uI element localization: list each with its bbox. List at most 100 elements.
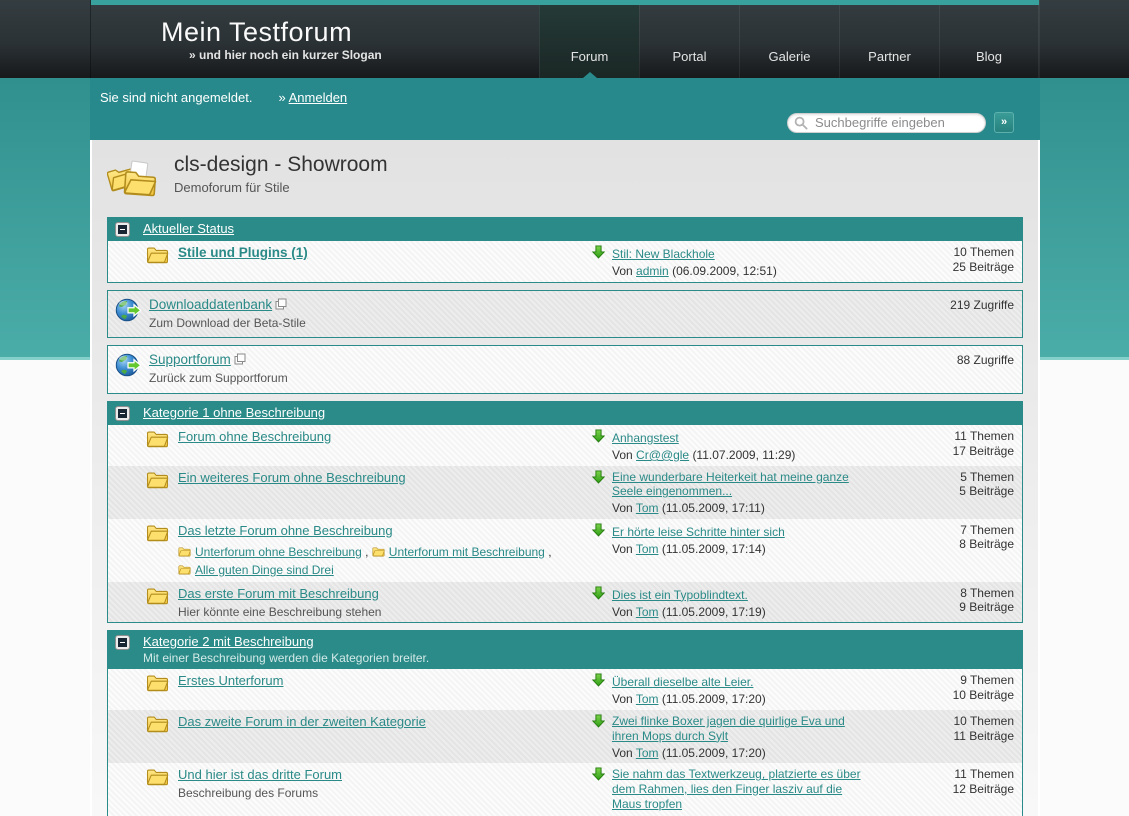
forum-link[interactable]: Und hier ist das dritte Forum xyxy=(178,767,342,782)
search-submit-button[interactable]: » xyxy=(994,112,1014,133)
forum-link[interactable]: Das letzte Forum ohne Beschreibung xyxy=(178,523,393,538)
last-post-link[interactable]: Eine wunderbare Heiterkeit hat meine gan… xyxy=(612,470,862,499)
folder-icon xyxy=(146,673,169,692)
mini-folder-icon xyxy=(372,546,385,557)
site-logo[interactable]: Mein Testforum » und hier noch ein kurze… xyxy=(161,18,382,62)
category-box: Kategorie 1 ohne Beschreibung Forum ohne… xyxy=(107,401,1023,624)
last-post-link[interactable]: Er hörte leise Schritte hinter sich xyxy=(612,525,785,540)
tab-portal[interactable]: Portal xyxy=(639,5,739,78)
tab-partner[interactable]: Partner xyxy=(839,5,939,78)
forum-link[interactable]: Erstes Unterforum xyxy=(178,673,283,688)
forum-link[interactable]: Stile und Plugins (1) xyxy=(178,245,308,260)
forum-stats: 10 Themen 25 Beiträge xyxy=(922,243,1014,274)
collapse-button[interactable] xyxy=(115,406,130,421)
link-row: Downloaddatenbank Zum Download der Beta-… xyxy=(108,291,1022,338)
category-header: Aktueller Status xyxy=(108,218,1022,241)
folder-stack-icon xyxy=(107,154,161,202)
category-description: Mit einer Beschreibung werden die Katego… xyxy=(143,651,429,666)
forum-link[interactable]: Forum ohne Beschreibung xyxy=(178,429,331,444)
page-title: cls-design - Showroom xyxy=(174,153,388,176)
external-link-icon xyxy=(275,298,287,310)
stat-posts: 10 Beiträge xyxy=(922,688,1014,703)
tab-blog[interactable]: Blog xyxy=(939,5,1039,78)
link-box: Downloaddatenbank Zum Download der Beta-… xyxy=(107,290,1023,339)
site-slogan: » und hier noch ein kurzer Slogan xyxy=(189,48,382,62)
byline-label: Von xyxy=(612,542,633,556)
category-title-link[interactable]: Aktueller Status xyxy=(143,221,234,236)
last-post-link[interactable]: Anhangstest xyxy=(612,431,679,446)
collapse-button[interactable] xyxy=(115,635,130,650)
last-post-link[interactable]: Stil: New Blackhole xyxy=(612,247,715,262)
stat-posts: 9 Beiträge xyxy=(922,600,1014,615)
last-post-arrow-icon xyxy=(592,245,605,259)
last-post-author-link[interactable]: Cr@@gle xyxy=(636,448,689,462)
forum-row: Forum ohne Beschreibung Anhangstest Von … xyxy=(108,425,1022,466)
external-forum-link[interactable]: Supportforum xyxy=(149,352,231,367)
last-post-date: (11.05.2009, 17:11) xyxy=(662,501,765,515)
forum-link[interactable]: Das zweite Forum in der zweiten Kategori… xyxy=(178,714,426,729)
link-description: Zurück zum Supportforum xyxy=(149,371,957,386)
last-post: Zwei flinke Boxer jagen die quirlige Eva… xyxy=(592,712,922,760)
link-description: Zum Download der Beta-Stile xyxy=(149,316,950,331)
last-post-arrow-icon xyxy=(592,586,605,600)
last-post: Anhangstest Von Cr@@gle (11.07.2009, 11:… xyxy=(592,427,922,463)
subforum-link[interactable]: Unterforum ohne Beschreibung xyxy=(178,545,362,559)
forum-rows: Stile und Plugins (1) Stil: New Blackhol… xyxy=(108,241,1022,282)
last-post-link[interactable]: Überall dieselbe alte Leier. xyxy=(612,675,753,690)
last-post-arrow-icon xyxy=(592,470,605,484)
last-post-author-link[interactable]: Tom xyxy=(636,605,659,619)
last-post-arrow-icon xyxy=(592,767,605,781)
last-post-author-link[interactable]: Tom xyxy=(636,692,659,706)
search-icon xyxy=(794,116,808,130)
tab-forum[interactable]: Forum xyxy=(539,5,639,78)
forum-link[interactable]: Ein weiteres Forum ohne Beschreibung xyxy=(178,470,406,485)
category-header: Kategorie 1 ohne Beschreibung xyxy=(108,402,1022,425)
folder-icon xyxy=(146,470,169,489)
forum-row: Das erste Forum mit Beschreibung Hier kö… xyxy=(108,582,1022,623)
category-title-link[interactable]: Kategorie 1 ohne Beschreibung xyxy=(143,405,325,420)
link-stats: 219 Zugriffe xyxy=(950,296,1014,312)
last-post-date: (11.05.2009, 17:19) xyxy=(662,605,766,619)
stat-posts: 17 Beiträge xyxy=(922,444,1014,459)
page-header: cls-design - Showroom Demoforum für Stil… xyxy=(107,140,1023,211)
external-forum-link[interactable]: Downloaddatenbank xyxy=(149,297,272,312)
link-row: Supportforum Zurück zum Supportforum 88 … xyxy=(108,346,1022,393)
subforum-link[interactable]: Alle guten Dinge sind Drei xyxy=(178,563,334,577)
content-area: cls-design - Showroom Demoforum für Stil… xyxy=(90,140,1040,816)
last-post: Überall dieselbe alte Leier. Von Tom (11… xyxy=(592,671,922,707)
tab-galerie[interactable]: Galerie xyxy=(739,5,839,78)
stat-posts: 12 Beiträge xyxy=(922,782,1014,797)
byline-label: Von xyxy=(612,746,633,760)
collapse-button[interactable] xyxy=(115,222,130,237)
folder-icon xyxy=(146,523,169,542)
last-post-author-link[interactable]: Tom xyxy=(636,501,659,515)
category-title-link[interactable]: Kategorie 2 mit Beschreibung xyxy=(143,634,314,649)
last-post-date: (11.05.2009, 17:20) xyxy=(662,746,766,760)
globe-link-icon xyxy=(115,352,142,379)
login-link[interactable]: » Anmelden xyxy=(278,90,347,105)
forum-description: Beschreibung des Forums xyxy=(178,786,584,801)
page-subtitle: Demoforum für Stile xyxy=(174,180,388,195)
mini-folder-icon xyxy=(178,564,191,575)
search-input[interactable] xyxy=(787,113,986,133)
last-post: Dies ist ein Typoblindtext. Von Tom (11.… xyxy=(592,584,922,620)
stat-themes: 9 Themen xyxy=(922,673,1014,688)
last-post-link[interactable]: Sie nahm das Textwerkzeug, platzierte es… xyxy=(612,767,862,811)
folder-icon xyxy=(146,586,169,605)
last-post: Eine wunderbare Heiterkeit hat meine gan… xyxy=(592,468,922,516)
board-list: Aktueller Status Stile und Plugins (1) S… xyxy=(107,217,1023,816)
forum-stats: 7 Themen 8 Beiträge xyxy=(922,521,1014,552)
last-post: Stil: New Blackhole Von admin (06.09.200… xyxy=(592,243,922,279)
last-post-link[interactable]: Dies ist ein Typoblindtext. xyxy=(612,588,748,603)
subforum-link[interactable]: Unterforum mit Beschreibung xyxy=(372,545,545,559)
byline-label: Von xyxy=(612,264,633,278)
last-post-author-link[interactable]: admin xyxy=(636,264,669,278)
forum-link[interactable]: Das erste Forum mit Beschreibung xyxy=(178,586,379,601)
last-post-arrow-icon xyxy=(592,714,605,728)
last-post-link[interactable]: Zwei flinke Boxer jagen die quirlige Eva… xyxy=(612,714,862,743)
category-box: Aktueller Status Stile und Plugins (1) S… xyxy=(107,217,1023,283)
last-post-author-link[interactable]: Tom xyxy=(636,746,659,760)
last-post-author-link[interactable]: Tom xyxy=(636,542,659,556)
stat-posts: 5 Beiträge xyxy=(922,484,1014,499)
folder-icon xyxy=(146,245,169,264)
